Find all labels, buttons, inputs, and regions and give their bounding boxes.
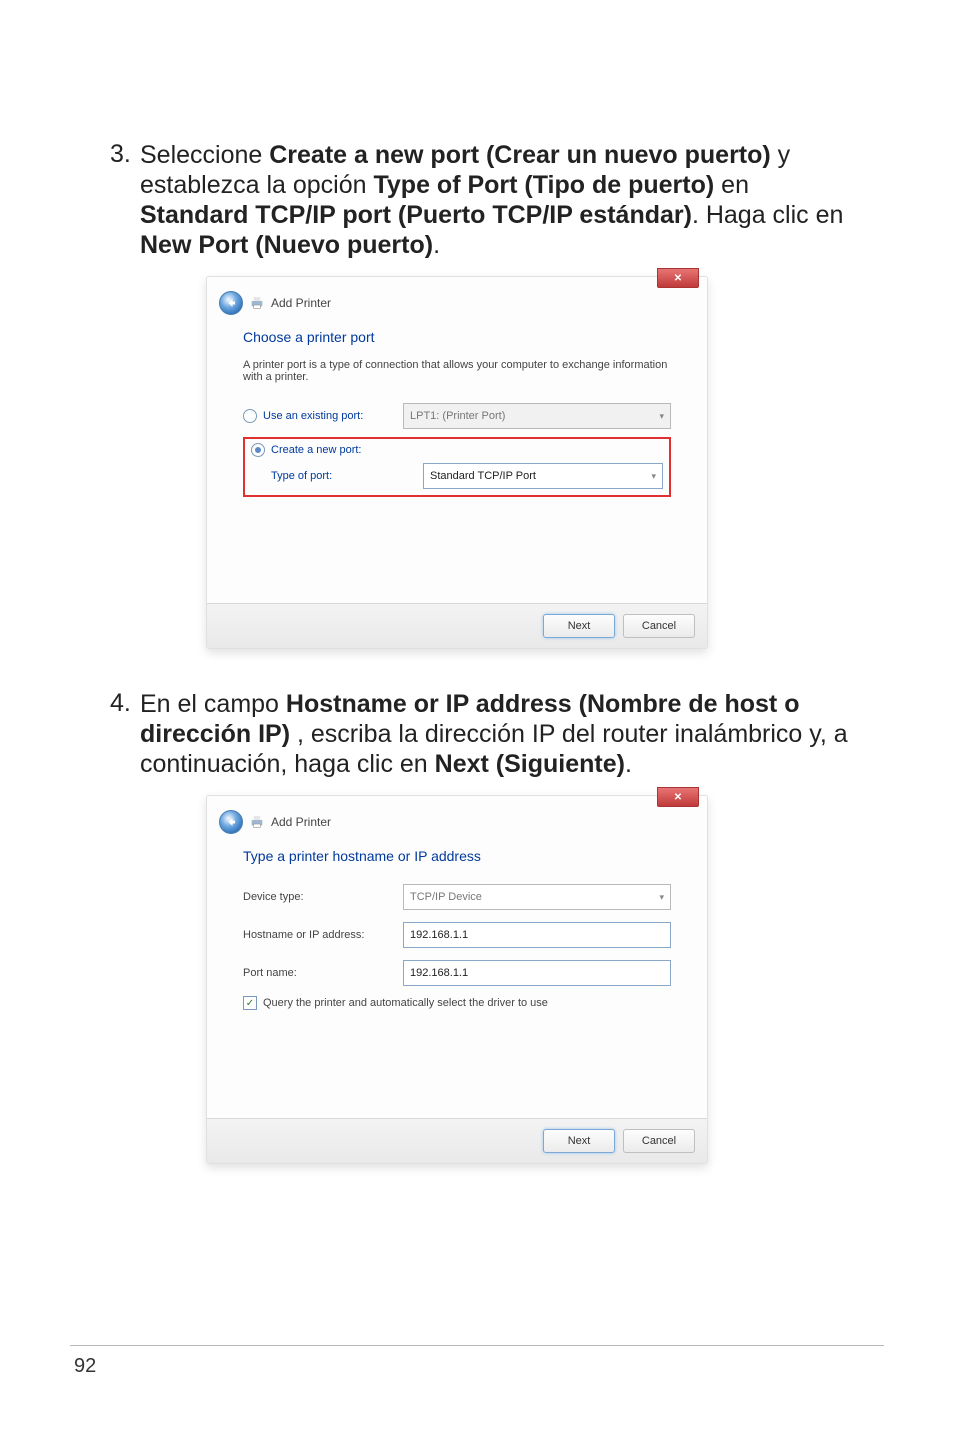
close-button[interactable]: ✕	[657, 268, 699, 288]
step-number: 4.	[110, 689, 140, 779]
portname-row: Port name: 192.168.1.1	[243, 954, 671, 992]
arrow-left-icon	[225, 816, 237, 828]
t: .	[625, 750, 632, 778]
page-number: 92	[74, 1355, 96, 1378]
back-button[interactable]	[219, 291, 243, 315]
dialog-footer: Next Cancel	[207, 1118, 707, 1163]
cancel-button[interactable]: Cancel	[623, 1129, 695, 1153]
close-icon: ✕	[674, 273, 682, 284]
device-type-value: TCP/IP Device	[410, 891, 482, 903]
cancel-button[interactable]: Cancel	[623, 614, 695, 638]
type-of-port-label: Type of port:	[251, 470, 423, 482]
section-title: Choose a printer port	[243, 329, 671, 345]
radio-checked-icon	[251, 443, 265, 457]
dialog-header: Add Printer	[207, 796, 707, 834]
portname-label: Port name:	[243, 967, 403, 979]
t: Seleccione	[140, 141, 269, 169]
hostname-row: Hostname or IP address: 192.168.1.1	[243, 916, 671, 954]
checkbox-checked-icon: ✓	[243, 996, 257, 1010]
step-4-text: En el campo Hostname or IP address (Nomb…	[140, 689, 854, 779]
step-3-text: Seleccione Create a new port (Crear un n…	[140, 140, 854, 260]
t: En el campo	[140, 690, 286, 718]
arrow-left-icon	[225, 297, 237, 309]
t: .	[433, 231, 440, 259]
hostname-input[interactable]: 192.168.1.1	[403, 922, 671, 948]
hostname-label: Hostname or IP address:	[243, 929, 403, 941]
existing-port-combo: LPT1: (Printer Port) ▾	[403, 403, 671, 429]
create-new-port-option[interactable]: Create a new port:	[251, 443, 663, 457]
dialog-title: Add Printer	[271, 296, 331, 310]
portname-input[interactable]: 192.168.1.1	[403, 960, 671, 986]
section-title: Type a printer hostname or IP address	[243, 848, 671, 864]
existing-port-value: LPT1: (Printer Port)	[410, 410, 505, 422]
step-3: 3. Seleccione Create a new port (Crear u…	[110, 140, 854, 260]
t: en	[714, 171, 749, 199]
chevron-down-icon: ▾	[659, 892, 664, 903]
t: Standard TCP/IP port (Puerto TCP/IP está…	[140, 201, 692, 229]
section-description: A printer port is a type of connection t…	[243, 359, 671, 383]
printer-icon	[249, 295, 265, 311]
type-of-port-value: Standard TCP/IP Port	[430, 470, 536, 482]
next-button[interactable]: Next	[543, 1129, 615, 1153]
step-4: 4. En el campo Hostname or IP address (N…	[110, 689, 854, 779]
t: . Haga clic en	[692, 201, 843, 229]
create-new-port-label: Create a new port:	[271, 444, 362, 456]
chevron-down-icon: ▾	[651, 471, 656, 482]
query-printer-label: Query the printer and automatically sele…	[263, 997, 548, 1009]
device-type-row: Device type: TCP/IP Device ▾	[243, 878, 671, 916]
back-button[interactable]	[219, 810, 243, 834]
t: Next (Siguiente)	[435, 750, 625, 778]
next-button[interactable]: Next	[543, 614, 615, 638]
dialog-header: Add Printer	[207, 277, 707, 315]
create-new-port-highlight: Create a new port: Type of port: Standar…	[243, 437, 671, 497]
device-type-label: Device type:	[243, 891, 403, 903]
use-existing-port-option[interactable]: Use an existing port: LPT1: (Printer Por…	[243, 397, 671, 435]
query-printer-checkbox[interactable]: ✓ Query the printer and automatically se…	[243, 992, 671, 1010]
add-printer-dialog-port: ✕ Add Printer Choose a printer port A pr…	[206, 276, 708, 649]
t: Create a new port (Crear un nuevo puerto…	[269, 141, 770, 169]
close-button[interactable]: ✕	[657, 787, 699, 807]
chevron-down-icon: ▾	[659, 411, 664, 422]
step-number: 3.	[110, 140, 140, 260]
dialog-title: Add Printer	[271, 815, 331, 829]
use-existing-port-label: Use an existing port:	[263, 410, 363, 422]
footer-divider	[70, 1345, 884, 1346]
add-printer-dialog-hostname: ✕ Add Printer Type a printer hostname or…	[206, 795, 708, 1164]
close-icon: ✕	[674, 792, 682, 803]
radio-unchecked-icon	[243, 409, 257, 423]
type-of-port-row: Type of port: Standard TCP/IP Port ▾	[251, 457, 663, 489]
type-of-port-combo[interactable]: Standard TCP/IP Port ▾	[423, 463, 663, 489]
t: New Port (Nuevo puerto)	[140, 231, 433, 259]
t: Type of Port (Tipo de puerto)	[373, 171, 714, 199]
dialog-footer: Next Cancel	[207, 603, 707, 648]
device-type-combo[interactable]: TCP/IP Device ▾	[403, 884, 671, 910]
printer-icon	[249, 814, 265, 830]
